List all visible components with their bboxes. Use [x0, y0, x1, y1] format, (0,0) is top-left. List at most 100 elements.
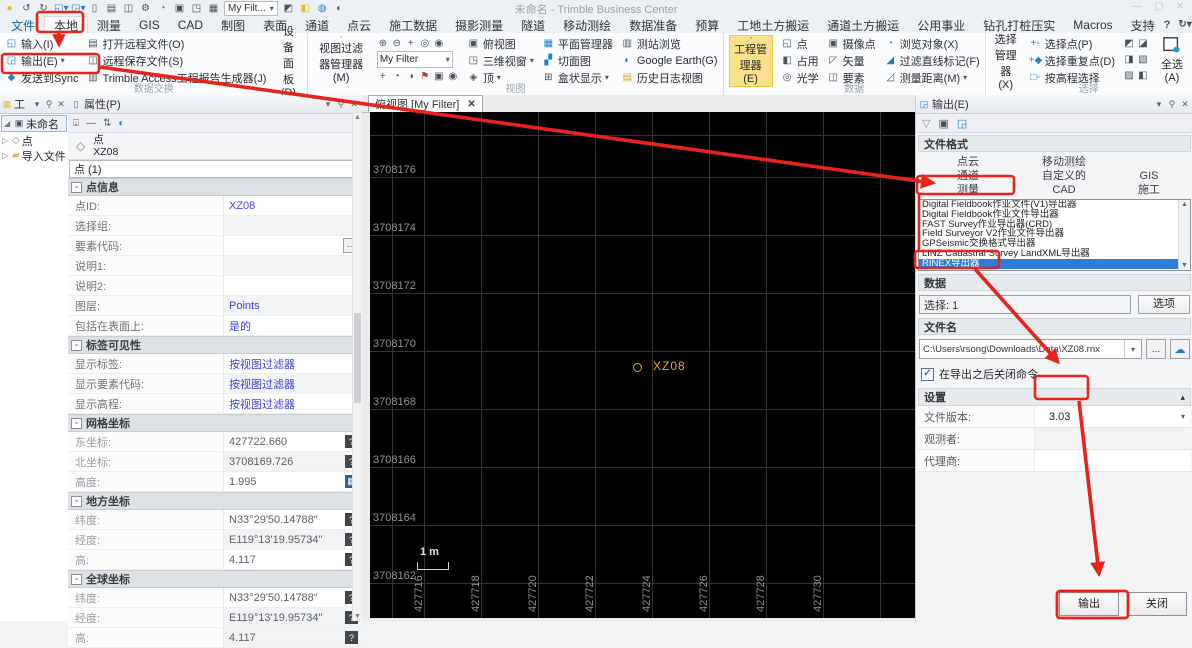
selection-count-combo[interactable]: 点 (1)▾: [69, 160, 361, 178]
pin-icon[interactable]: ⚲: [336, 99, 346, 110]
scroll-down-icon[interactable]: ▼: [1179, 262, 1190, 269]
select-points-button[interactable]: +◦选择点(P): [1029, 35, 1115, 52]
category-mobile-mapping[interactable]: 移动测绘: [1018, 155, 1110, 169]
select-all-button[interactable]: 全选(A): [1157, 35, 1187, 85]
category-point-cloud[interactable]: 点云: [918, 155, 1018, 169]
points-button[interactable]: ◱点: [781, 35, 819, 52]
tab-construction[interactable]: 施工数据: [380, 16, 446, 33]
prop-row-local-longitude[interactable]: 经度:E119°13'19.95734"?: [68, 530, 362, 550]
zoom-window-icon[interactable]: ◎: [419, 38, 431, 49]
import-icon[interactable]: ◱▾: [54, 2, 67, 15]
category-corridor[interactable]: 通道: [918, 169, 1018, 183]
export-button[interactable]: ◲输出(E)▾: [5, 52, 78, 69]
redo-icon[interactable]: ↻: [37, 2, 50, 15]
image-icon[interactable]: ▣: [938, 117, 948, 130]
pan-icon[interactable]: +: [405, 38, 417, 49]
window-controls[interactable]: — ▢ ✕: [1132, 1, 1184, 12]
close-icon[interactable]: ✕: [467, 99, 475, 110]
view-filter-combo[interactable]: My Filter▾: [377, 51, 453, 68]
section-point-info[interactable]: -点信息: [68, 178, 362, 196]
tab-utilities[interactable]: 公用事业: [908, 16, 974, 33]
scrollbar-thumb[interactable]: [354, 313, 361, 403]
prop-row-local-height[interactable]: 高:4.117?: [68, 550, 362, 570]
chevron-down-icon[interactable]: ▾: [323, 99, 333, 110]
open-remote-file-button[interactable]: ▤打开远程文件(O): [86, 35, 266, 52]
exporter-item-selected[interactable]: RINEX导出器: [919, 259, 1190, 269]
settings-section-header[interactable]: 设置 ▴: [918, 388, 1191, 406]
image-icon[interactable]: ▦: [207, 2, 220, 15]
category-custom[interactable]: 自定义的: [1018, 169, 1110, 183]
category-construction[interactable]: 施工: [1110, 183, 1188, 197]
close-icon[interactable]: ✕: [349, 99, 359, 110]
tab-home-local[interactable]: 本地: [44, 16, 88, 33]
map-canvas[interactable]: 3708176 3708174 3708172 3708170 3708168 …: [370, 112, 915, 618]
view-filter-manager-button[interactable]: 视图过滤器管理器(M): [313, 35, 368, 85]
tab-drilling[interactable]: 钻孔打桩压实: [974, 16, 1064, 33]
tab-support[interactable]: 支持: [1122, 16, 1164, 33]
exporter-list[interactable]: Digital Fieldbook作业文件(V1)导出器 Digital Fie…: [918, 199, 1191, 271]
help-icon[interactable]: ?: [1164, 19, 1171, 31]
report-icon[interactable]: ◐: [333, 2, 346, 15]
browse-objects-button[interactable]: ◔浏览对象(X): [884, 35, 980, 52]
options-button[interactable]: 选项: [1138, 295, 1190, 314]
category-gis[interactable]: GIS: [1110, 169, 1188, 183]
scroll-down-icon[interactable]: ▼: [353, 613, 362, 620]
close-icon[interactable]: ✕: [1176, 1, 1184, 12]
tab-mobile-mapping[interactable]: 移动测绘: [554, 16, 620, 33]
export-icon[interactable]: ◲▾: [71, 2, 84, 15]
tree-node-imported-files[interactable]: ▷ ▰ 导入文件: [0, 148, 68, 163]
3d-view-button[interactable]: ◳三维视窗▾: [467, 52, 534, 69]
globe-icon[interactable]: ◐: [118, 118, 124, 129]
tab-photogrammetry[interactable]: 摄影测量: [446, 16, 512, 33]
prop-row-selection-group[interactable]: 选择组:: [68, 216, 362, 236]
close-button[interactable]: 关闭: [1127, 592, 1187, 616]
station-view-button[interactable]: ▥测站浏览: [621, 35, 718, 52]
zoom-in-icon[interactable]: ⊕: [377, 38, 389, 49]
prop-row-description2[interactable]: 说明2:: [68, 276, 362, 296]
selection-summary-field[interactable]: 选择: 1: [919, 295, 1131, 314]
zoom-out-icon[interactable]: ⊖: [391, 38, 403, 49]
restore-icon[interactable]: ▢: [1154, 1, 1163, 12]
prop-row-description1[interactable]: 说明1:: [68, 256, 362, 276]
select-box-icon[interactable]: ◨: [1123, 54, 1135, 65]
setting-row-observer[interactable]: 观测者:: [918, 428, 1191, 450]
layers-icon[interactable]: ◧: [299, 2, 312, 15]
tab-data-prep[interactable]: 数据准备: [620, 16, 686, 33]
expander-icon[interactable]: ◢: [4, 119, 12, 128]
vectors-button[interactable]: ◸矢量: [827, 52, 876, 69]
category-survey[interactable]: 测量: [918, 183, 1018, 197]
quick-filter-combo[interactable]: My Filt... ▾: [224, 1, 278, 16]
new-file-icon[interactable]: ▯: [88, 2, 101, 15]
tab-corridor-takeoff[interactable]: 通道土方搬运: [818, 16, 908, 33]
zoom-extents-icon[interactable]: ▣: [173, 2, 186, 15]
export-button[interactable]: 输出: [1059, 592, 1119, 616]
observer-field[interactable]: [1034, 428, 1191, 449]
tab-estimate[interactable]: 预算: [686, 16, 728, 33]
invert-selection-icon[interactable]: ◧: [1137, 70, 1149, 81]
settings-icon[interactable]: ⚙: [139, 2, 152, 15]
pin-icon[interactable]: ⚲: [1167, 99, 1177, 110]
prop-row-include-in-surface[interactable]: 包括在表面上:是的: [68, 316, 362, 336]
tab-survey[interactable]: 测量: [88, 16, 130, 33]
chevron-down-icon[interactable]: ▾: [1175, 412, 1191, 421]
filter-icon[interactable]: ▽: [922, 117, 930, 130]
category-cad[interactable]: CAD: [1018, 183, 1110, 197]
chevron-down-icon[interactable]: ▾: [1154, 99, 1164, 110]
tab-drafting[interactable]: 制图: [212, 16, 254, 33]
filter-line-marking-button[interactable]: ◢过滤直线标记(F): [884, 52, 980, 69]
view-3d-icon[interactable]: ◳: [190, 2, 203, 15]
app-logo-icon[interactable]: ●: [3, 2, 16, 15]
scroll-up-icon[interactable]: ▲: [1179, 201, 1190, 208]
sort-icon[interactable]: ⇅: [103, 118, 111, 129]
collapse-icon[interactable]: —: [86, 118, 96, 129]
export-settings-icon[interactable]: ◲: [957, 117, 967, 130]
pin-icon[interactable]: ⚲: [44, 99, 54, 110]
section-local-coordinates[interactable]: -地方坐标: [68, 492, 362, 510]
section-grid-coordinates[interactable]: -网格坐标: [68, 414, 362, 432]
list-scrollbar[interactable]: ▲ ▼: [1178, 200, 1190, 270]
filter-tool-icon[interactable]: ◩: [282, 2, 295, 15]
browse-button[interactable]: …: [1146, 339, 1166, 359]
sync-status-icon[interactable]: ↻▾: [1178, 18, 1191, 31]
save-remote-file-button[interactable]: ◫远程保存文件(S): [86, 52, 266, 69]
prop-row-show-elevation[interactable]: 显示高程:按视图过滤器: [68, 394, 362, 414]
